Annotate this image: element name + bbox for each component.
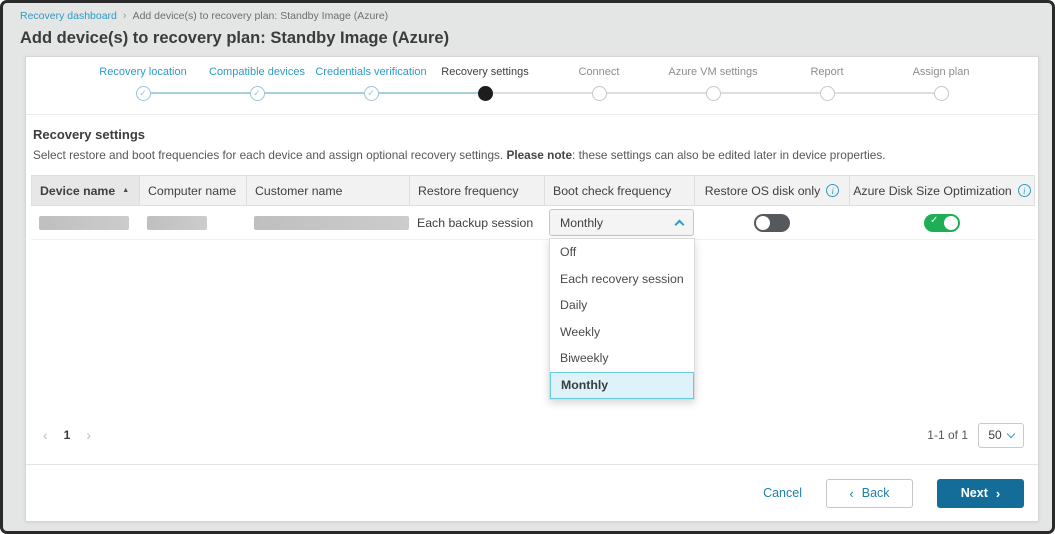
section-heading: Recovery settings xyxy=(33,127,1033,142)
dropdown-option-biweekly[interactable]: Biweekly xyxy=(550,345,694,372)
cell-computer-name xyxy=(139,206,246,239)
pagination-info: 1-1 of 1 50 xyxy=(927,423,1024,448)
cell-restore-frequency: Each backup session xyxy=(409,206,544,239)
next-button[interactable]: Next › xyxy=(937,479,1024,508)
breadcrumb-separator-icon: › xyxy=(123,10,127,22)
chevron-right-icon: › xyxy=(996,486,1000,501)
step-credentials-verification[interactable]: Credentials verification ✓ xyxy=(314,66,428,114)
boot-check-frequency-select[interactable]: Monthly xyxy=(549,209,694,236)
column-header-restore-os-disk-only[interactable]: Restore OS disk only i xyxy=(695,176,850,205)
step-compatible-devices[interactable]: Compatible devices ✓ xyxy=(200,66,314,114)
current-page-button[interactable]: 1 xyxy=(64,428,71,442)
column-header-device-name[interactable]: Device name ▲ xyxy=(32,176,140,205)
wizard-card: Recovery location ✓ Compatible devices ✓… xyxy=(25,56,1039,522)
cell-azure-disk-size-optimization: ✓ xyxy=(849,206,1035,239)
chevron-left-icon: ‹ xyxy=(849,486,853,501)
redacted-device-name xyxy=(39,216,129,230)
step-todo-circle-icon xyxy=(934,86,949,101)
top-bar: Recovery dashboard › Add device(s) to re… xyxy=(3,3,1052,48)
pagination-range: 1-1 of 1 xyxy=(927,428,968,442)
info-icon[interactable]: i xyxy=(1018,184,1031,197)
step-todo-circle-icon xyxy=(592,86,607,101)
dropdown-option-monthly[interactable]: Monthly xyxy=(550,372,694,399)
pagination-bar: ‹ 1 › 1-1 of 1 50 xyxy=(31,420,1033,450)
toggle-knob xyxy=(756,216,770,230)
cancel-button[interactable]: Cancel xyxy=(763,486,802,500)
step-azure-vm-settings: Azure VM settings xyxy=(656,66,770,114)
redacted-computer-name xyxy=(147,216,207,230)
table-header-row: Device name ▲ Computer name Customer nam… xyxy=(31,175,1035,206)
info-icon[interactable]: i xyxy=(826,184,839,197)
column-header-boot-check-frequency[interactable]: Boot check frequency xyxy=(545,176,695,205)
table-row: Each backup session Monthly Off Each rec… xyxy=(31,206,1035,240)
azure-disk-size-optimization-toggle[interactable]: ✓ xyxy=(924,214,960,232)
column-header-azure-disk-size-optimization[interactable]: Azure Disk Size Optimization i xyxy=(850,176,1034,205)
breadcrumb-current: Add device(s) to recovery plan: Standby … xyxy=(133,10,389,22)
table-empty-area xyxy=(31,240,1035,420)
cell-device-name xyxy=(31,206,139,239)
cell-restore-os-disk-only xyxy=(694,206,849,239)
step-connect: Connect xyxy=(542,66,656,114)
breadcrumb-link-recovery-dashboard[interactable]: Recovery dashboard xyxy=(20,10,117,22)
pagination-pages: ‹ 1 › xyxy=(43,427,91,443)
toggle-knob xyxy=(944,216,958,230)
cell-boot-check-frequency: Monthly Off Each recovery session Daily … xyxy=(544,206,694,239)
chevron-up-icon xyxy=(675,219,685,229)
toggle-check-icon: ✓ xyxy=(930,215,938,226)
page-title: Add device(s) to recovery plan: Standby … xyxy=(20,29,1036,48)
app-window: Recovery dashboard › Add device(s) to re… xyxy=(0,0,1055,534)
step-done-check-icon: ✓ xyxy=(136,86,151,101)
column-header-restore-frequency[interactable]: Restore frequency xyxy=(410,176,545,205)
boot-check-frequency-dropdown-menu: Off Each recovery session Daily Weekly B… xyxy=(549,238,695,400)
column-header-customer-name[interactable]: Customer name xyxy=(247,176,410,205)
step-todo-circle-icon xyxy=(706,86,721,101)
wizard-footer: Cancel ‹ Back Next › xyxy=(26,464,1038,521)
step-done-check-icon: ✓ xyxy=(250,86,265,101)
chevron-down-icon xyxy=(1006,429,1014,437)
page-size-select[interactable]: 50 xyxy=(978,423,1024,448)
wizard-stepper: Recovery location ✓ Compatible devices ✓… xyxy=(26,57,1038,115)
restore-os-disk-only-toggle[interactable] xyxy=(754,214,790,232)
next-page-button[interactable]: › xyxy=(86,427,91,443)
step-current-dot-icon xyxy=(478,86,493,101)
dropdown-option-weekly[interactable]: Weekly xyxy=(550,319,694,346)
step-done-check-icon: ✓ xyxy=(364,86,379,101)
step-report: Report xyxy=(770,66,884,114)
step-content: Recovery settings Select restore and boo… xyxy=(26,115,1038,450)
redacted-customer-name xyxy=(254,216,409,230)
devices-table: Device name ▲ Computer name Customer nam… xyxy=(31,175,1035,420)
column-header-computer-name[interactable]: Computer name xyxy=(140,176,247,205)
section-description: Select restore and boot frequencies for … xyxy=(33,148,1033,162)
step-recovery-location[interactable]: Recovery location ✓ xyxy=(86,66,200,114)
step-assign-plan: Assign plan xyxy=(884,66,998,114)
dropdown-option-off[interactable]: Off xyxy=(550,239,694,266)
breadcrumb: Recovery dashboard › Add device(s) to re… xyxy=(20,10,1036,22)
dropdown-option-daily[interactable]: Daily xyxy=(550,292,694,319)
step-todo-circle-icon xyxy=(820,86,835,101)
prev-page-button[interactable]: ‹ xyxy=(43,427,48,443)
dropdown-option-each-recovery-session[interactable]: Each recovery session xyxy=(550,266,694,293)
cell-customer-name xyxy=(246,206,409,239)
back-button[interactable]: ‹ Back xyxy=(826,479,913,508)
sort-asc-icon: ▲ xyxy=(122,187,129,194)
step-recovery-settings[interactable]: Recovery settings xyxy=(428,66,542,114)
